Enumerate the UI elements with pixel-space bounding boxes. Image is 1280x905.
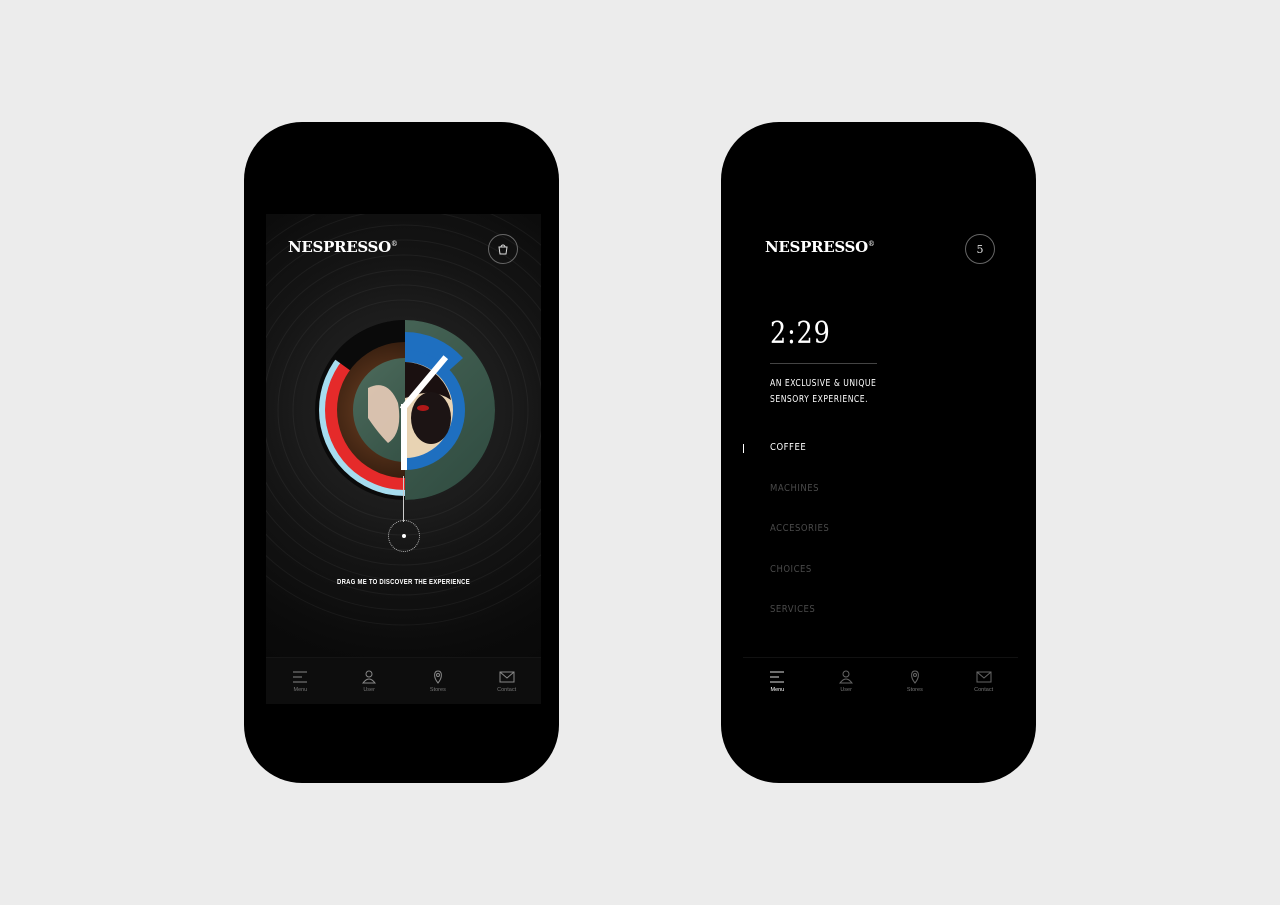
location-pin-icon: [911, 670, 919, 684]
menu-list: COFFEE MACHINES ACCESORIES CHOICES SERVI…: [743, 442, 1018, 645]
tab-label: Contact: [497, 687, 517, 693]
experience-dial[interactable]: [313, 318, 497, 502]
tagline-line-2: SENSORY EXPERIENCE.: [770, 394, 869, 405]
tab-menu[interactable]: Menu: [266, 658, 335, 704]
drag-instruction: DRAG ME TO DISCOVER THE EXPERIENCE: [337, 579, 470, 586]
menu-item-label: COFFEE: [770, 442, 807, 453]
tab-user[interactable]: User: [335, 658, 404, 704]
menu-item-machines[interactable]: MACHINES: [743, 483, 1018, 524]
cart-count: 5: [976, 242, 984, 256]
tab-label: Menu: [293, 687, 308, 693]
tab-contact[interactable]: Contact: [949, 658, 1018, 704]
envelope-icon: [499, 671, 515, 683]
drag-handle[interactable]: [388, 520, 420, 552]
tab-bar: Menu User Stores Contact: [743, 657, 1018, 704]
menu-icon: [770, 671, 785, 683]
user-icon: [362, 670, 377, 684]
tab-menu[interactable]: Menu: [743, 658, 812, 704]
user-icon: [839, 670, 854, 684]
tab-label: Stores: [429, 687, 446, 693]
tab-contact[interactable]: Contact: [472, 658, 541, 704]
tagline-line-1: AN EXCLUSIVE & UNIQUE: [770, 378, 877, 389]
nespresso-logo[interactable]: NESPRESSO®: [288, 238, 398, 256]
tab-label: User: [363, 687, 375, 693]
tab-label: User: [840, 687, 852, 693]
menu-item-label: ACCESORIES: [770, 523, 830, 534]
tagline: AN EXCLUSIVE & UNIQUE SENSORY EXPERIENCE…: [770, 376, 876, 408]
menu-item-label: MACHINES: [770, 482, 820, 494]
menu-item-services[interactable]: SERVICES: [743, 604, 1018, 645]
tab-label: Contact: [974, 687, 994, 693]
clock-hand-vertical: [401, 404, 407, 470]
cart-count-button[interactable]: 5: [965, 234, 995, 264]
active-marker: [743, 444, 744, 453]
shopping-bag-icon: [498, 244, 508, 255]
tab-bar: Menu User Stores Contact: [266, 657, 541, 704]
tab-label: Stores: [906, 687, 923, 693]
menu-item-coffee[interactable]: COFFEE: [743, 442, 1018, 483]
tab-label: Menu: [770, 687, 785, 693]
location-pin-icon: [434, 670, 442, 684]
tab-stores[interactable]: Stores: [881, 658, 950, 704]
divider: [770, 363, 877, 364]
handle-line: [403, 476, 404, 522]
woman-image: [411, 392, 451, 444]
home-screen: NESPRESSO® DRAG ME TO DISCOVER THE EXPER…: [266, 214, 541, 704]
menu-item-label: SERVICES: [770, 604, 816, 615]
time-display: 2:29: [770, 316, 831, 351]
menu-item-choices[interactable]: CHOICES: [743, 564, 1018, 605]
phone-right: NESPRESSO® 5 2:29 AN EXCLUSIVE & UNIQUE …: [721, 122, 1036, 783]
menu-item-label: CHOICES: [770, 563, 812, 575]
menu-item-accesories[interactable]: ACCESORIES: [743, 523, 1018, 564]
cart-button[interactable]: [488, 234, 518, 264]
menu-icon: [293, 671, 308, 683]
menu-screen: NESPRESSO® 5 2:29 AN EXCLUSIVE & UNIQUE …: [743, 214, 1018, 704]
phone-left: NESPRESSO® DRAG ME TO DISCOVER THE EXPER…: [244, 122, 559, 783]
envelope-icon: [976, 671, 992, 683]
nespresso-logo[interactable]: NESPRESSO®: [765, 238, 875, 256]
tab-stores[interactable]: Stores: [404, 658, 473, 704]
tab-user[interactable]: User: [812, 658, 881, 704]
